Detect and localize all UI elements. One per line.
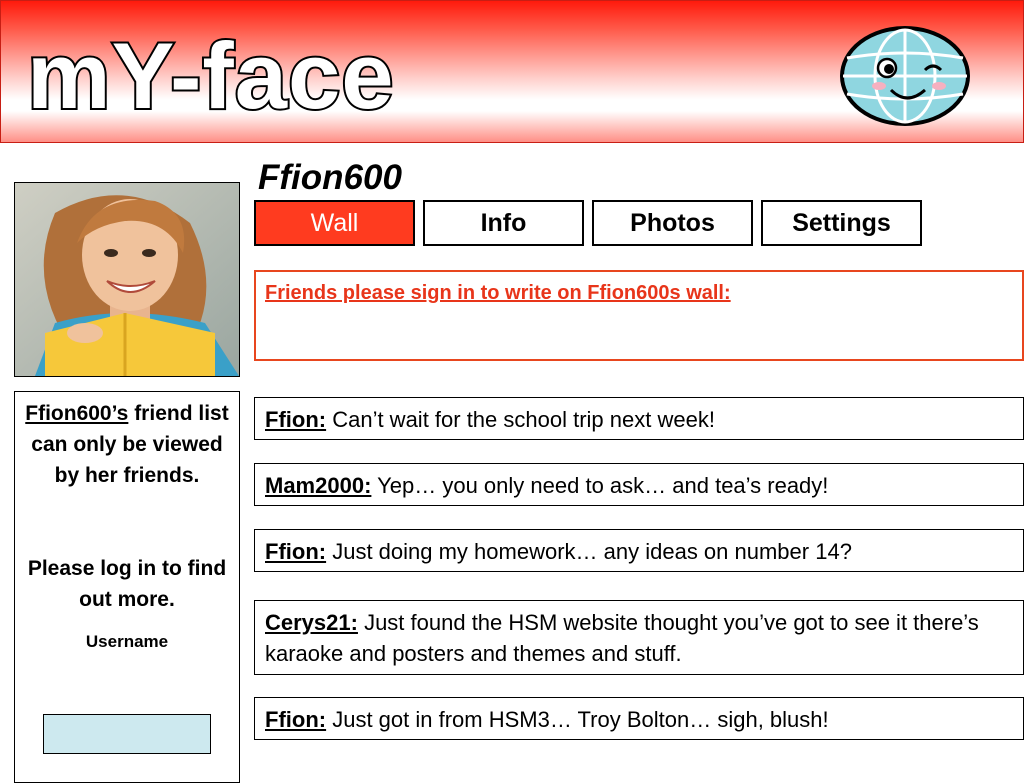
wall-post: Cerys21: Just found the HSM website thou… — [254, 600, 1024, 675]
tab-settings[interactable]: Settings — [761, 200, 922, 246]
login-message: Please log in to find out more. — [27, 557, 227, 611]
friend-list-message: Ffion600’s friend list can only be viewe… — [23, 398, 231, 491]
username-label: Username — [85, 632, 169, 651]
profile-name: Ffion600 — [258, 158, 402, 197]
post-text: Just doing my homework… any ideas on num… — [326, 539, 852, 564]
site-logo[interactable]: mY-face — [25, 21, 396, 131]
post-author[interactable]: Mam2000: — [265, 473, 371, 498]
sign-in-prompt-link[interactable]: Friends please sign in to write on Ffion… — [265, 282, 731, 305]
post-text: Can’t wait for the school trip next week… — [326, 407, 715, 432]
post-text: Yep… you only need to ask… and tea’s rea… — [371, 473, 829, 498]
wall-post: Mam2000: Yep… you only need to ask… and … — [254, 463, 1024, 506]
wall-write-box[interactable]: Friends please sign in to write on Ffion… — [254, 270, 1024, 361]
profile-photo[interactable] — [14, 182, 240, 377]
post-author[interactable]: Ffion: — [265, 539, 326, 564]
smiling-globe-icon — [840, 26, 970, 126]
tab-info[interactable]: Info — [423, 200, 584, 246]
friend-list-panel: Ffion600’s friend list can only be viewe… — [14, 391, 240, 783]
profile-photo-image — [15, 183, 239, 376]
post-author[interactable]: Ffion: — [265, 407, 326, 432]
post-author[interactable]: Cerys21: — [265, 610, 358, 635]
tab-photos[interactable]: Photos — [592, 200, 753, 246]
wall-post: Ffion: Can’t wait for the school trip ne… — [254, 397, 1024, 440]
username-input[interactable] — [43, 714, 211, 754]
wall-post: Ffion: Just doing my homework… any ideas… — [254, 529, 1024, 572]
tab-wall[interactable]: Wall — [254, 200, 415, 246]
post-author[interactable]: Ffion: — [265, 707, 326, 732]
site-header: mY-face — [0, 0, 1024, 143]
friend-list-owner[interactable]: Ffion600’s — [25, 402, 128, 425]
post-text: Just found the HSM website thought you’v… — [265, 610, 979, 666]
post-text: Just got in from HSM3… Troy Bolton… sigh… — [326, 707, 829, 732]
wall-post: Ffion: Just got in from HSM3… Troy Bolto… — [254, 697, 1024, 740]
